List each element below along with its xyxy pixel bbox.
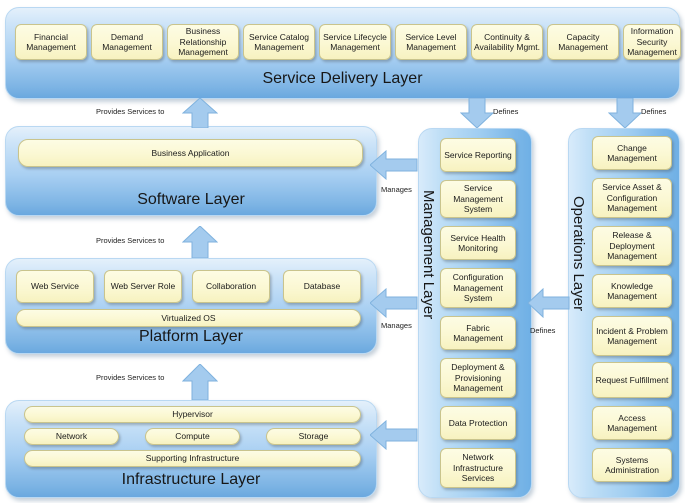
arrow-service-delivery-to-management (460, 98, 494, 128)
arrow-software-to-service-delivery (182, 98, 218, 128)
arrow-operations-to-management (528, 288, 570, 318)
node-web-service[interactable]: Web Service (16, 270, 94, 303)
node-hypervisor[interactable]: Hypervisor (24, 406, 361, 423)
label-defines-ops-to-mgmt: Defines (530, 326, 556, 335)
node-database[interactable]: Database (283, 270, 361, 303)
arrow-management-to-platform (370, 288, 418, 318)
operations-layer-caption: Operations Layer (570, 196, 587, 312)
node-financial-management[interactable]: Financial Management (15, 24, 87, 60)
node-demand-management[interactable]: Demand Management (91, 24, 163, 60)
node-change-management[interactable]: Change Management (592, 136, 672, 170)
node-deployment-provisioning-management[interactable]: Deployment & Provisioning Management (440, 358, 516, 398)
node-service-health-monitoring[interactable]: Service Health Monitoring (440, 226, 516, 260)
node-service-asset-configuration-management[interactable]: Service Asset & Configuration Management (592, 178, 672, 218)
node-network[interactable]: Network (24, 428, 119, 445)
node-knowledge-management[interactable]: Knowledge Management (592, 274, 672, 308)
node-virtualized-os[interactable]: Virtualized OS (16, 309, 361, 327)
label-manages-platform: Manages (381, 321, 412, 330)
node-systems-administration[interactable]: Systems Administration (592, 448, 672, 482)
node-access-management[interactable]: Access Management (592, 406, 672, 440)
node-continuity-availability-mgmt[interactable]: Continuity & Availability Mgmt. (471, 24, 543, 60)
label-defines-operations: Defines (641, 107, 667, 116)
arrow-platform-to-software (182, 226, 218, 258)
node-information-security-management[interactable]: Information Security Management (623, 24, 681, 60)
node-capacity-management[interactable]: Capacity Management (547, 24, 619, 60)
node-supporting-infrastructure[interactable]: Supporting Infrastructure (24, 450, 361, 467)
node-business-application[interactable]: Business Application (18, 139, 363, 167)
node-service-level-management[interactable]: Service Level Management (395, 24, 467, 60)
arrow-service-delivery-to-operations (608, 98, 642, 128)
architecture-diagram: Financial Management Demand Management B… (0, 0, 685, 503)
label-provides-services-to-2: Provides Services to (96, 236, 165, 245)
node-service-catalog-management[interactable]: Service Catalog Management (243, 24, 315, 60)
label-provides-services-to-3: Provides Services to (96, 373, 165, 382)
node-business-relationship-management[interactable]: Business Relationship Management (167, 24, 239, 60)
label-provides-services-to-1: Provides Services to (96, 107, 165, 116)
node-incident-problem-management[interactable]: Incident & Problem Management (592, 316, 672, 356)
label-defines-management: Defines (493, 107, 519, 116)
node-fabric-management[interactable]: Fabric Management (440, 316, 516, 350)
node-collaboration[interactable]: Collaboration (192, 270, 270, 303)
platform-layer-caption: Platform Layer (138, 328, 244, 345)
management-layer-caption: Management Layer (420, 190, 437, 320)
node-service-lifecycle-management[interactable]: Service Lifecycle Management (319, 24, 391, 60)
node-service-management-system[interactable]: Service Management System (440, 180, 516, 218)
label-manages-software: Manages (381, 185, 412, 194)
infrastructure-layer-caption: Infrastructure Layer (121, 471, 261, 488)
node-compute[interactable]: Compute (145, 428, 240, 445)
node-configuration-management-system[interactable]: Configuration Management System (440, 268, 516, 308)
node-data-protection[interactable]: Data Protection (440, 406, 516, 440)
node-request-fulfillment[interactable]: Request Fulfillment (592, 362, 672, 398)
arrow-management-to-software (370, 150, 418, 180)
arrow-infrastructure-to-platform (182, 364, 218, 400)
arrow-management-to-infrastructure (370, 420, 418, 450)
node-release-deployment-management[interactable]: Release & Deployment Management (592, 226, 672, 266)
software-layer-caption: Software Layer (137, 191, 245, 208)
node-storage[interactable]: Storage (266, 428, 361, 445)
service-delivery-layer-caption: Service Delivery Layer (262, 70, 423, 87)
node-network-infrastructure-services[interactable]: Network Infrastructure Services (440, 448, 516, 488)
node-web-server-role[interactable]: Web Server Role (104, 270, 182, 303)
node-service-reporting[interactable]: Service Reporting (440, 138, 516, 172)
